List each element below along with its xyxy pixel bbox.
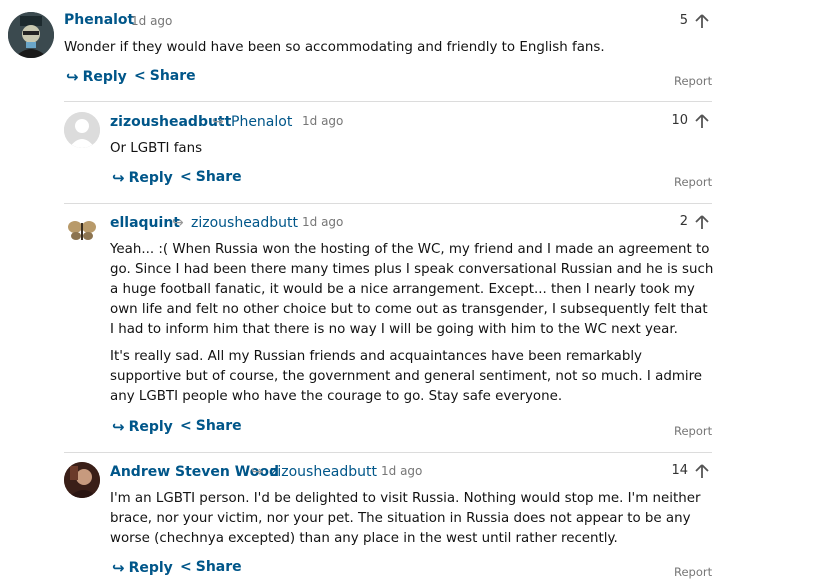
reply-button[interactable]: ↪ Reply [112, 559, 173, 577]
share-icon: < [134, 68, 146, 84]
upvote-icon[interactable] [694, 214, 710, 230]
reply-to-username[interactable]: zizousheadbutt [270, 464, 377, 480]
username[interactable]: ellaquint [110, 215, 180, 231]
reply-to-arrow-icon: ↪ [212, 114, 224, 130]
divider [64, 203, 712, 204]
comment-body: Wonder if they would have been so accomm… [64, 38, 704, 65]
report-link[interactable]: Report [674, 424, 712, 438]
upvote-icon[interactable] [694, 463, 710, 479]
report-link[interactable]: Report [674, 74, 712, 88]
comment-text: I'm an LGBTI person. I'd be delighted to… [110, 491, 701, 546]
upvote-icon[interactable] [694, 13, 710, 29]
divider [64, 101, 712, 102]
reply-label: Reply [128, 560, 173, 576]
reply-arrow-icon: ↪ [112, 169, 125, 187]
reply-to-username[interactable]: Phenalot [231, 114, 292, 130]
reply-to-arrow-icon: ↪ [172, 215, 184, 231]
share-button[interactable]: < Share [134, 68, 196, 84]
timestamp[interactable]: 1d ago [302, 215, 343, 229]
vote-count: 14 [671, 463, 688, 478]
avatar[interactable] [8, 12, 54, 58]
share-icon: < [180, 169, 192, 185]
comment-body: Or LGBTI fans [110, 139, 710, 166]
reply-label: Reply [82, 69, 127, 85]
username[interactable]: Phenalot [64, 12, 134, 28]
reply-label: Reply [128, 170, 173, 186]
avatar-image [64, 462, 100, 498]
share-button[interactable]: < Share [180, 418, 242, 434]
share-label: Share [195, 559, 242, 575]
comment-text: Or LGBTI fans [110, 141, 203, 156]
reply-to-arrow-icon: ↪ [251, 464, 263, 480]
timestamp[interactable]: 1d ago [381, 464, 422, 478]
reply-arrow-icon: ↪ [66, 68, 79, 86]
share-label: Share [195, 169, 242, 185]
report-link[interactable]: Report [674, 565, 712, 579]
comment-body: Yeah... :( When Russia won the hosting o… [110, 240, 714, 414]
avatar-image [8, 12, 54, 58]
reply-button[interactable]: ↪ Reply [66, 68, 127, 86]
share-label: Share [195, 418, 242, 434]
upvote-icon[interactable] [694, 113, 710, 129]
comment-body: I'm an LGBTI person. I'd be delighted to… [110, 489, 714, 556]
vote-count: 10 [671, 113, 688, 128]
share-label: Share [149, 68, 196, 84]
report-link[interactable]: Report [674, 175, 712, 189]
share-button[interactable]: < Share [180, 559, 242, 575]
reply-label: Reply [128, 419, 173, 435]
reply-button[interactable]: ↪ Reply [112, 169, 173, 187]
share-icon: < [180, 559, 192, 575]
vote-count: 5 [679, 13, 688, 28]
reply-arrow-icon: ↪ [112, 559, 125, 577]
reply-button[interactable]: ↪ Reply [112, 418, 173, 436]
comment-text: Wonder if they would have been so accomm… [64, 40, 605, 55]
timestamp[interactable]: 1d ago [302, 114, 343, 128]
share-icon: < [180, 418, 192, 434]
reply-to-username[interactable]: zizousheadbutt [191, 215, 298, 231]
reply-arrow-icon: ↪ [112, 418, 125, 436]
comment-paragraph: It's really sad. All my Russian friends … [110, 349, 703, 404]
comment-paragraph: Yeah... :( When Russia won the hosting o… [110, 242, 714, 337]
share-button[interactable]: < Share [180, 169, 242, 185]
avatar[interactable] [64, 112, 100, 148]
divider [64, 452, 712, 453]
timestamp[interactable]: 1d ago [131, 14, 172, 28]
vote-count: 2 [679, 214, 688, 229]
default-avatar-icon [64, 112, 100, 148]
butterfly-avatar-icon [68, 221, 96, 240]
avatar[interactable] [64, 462, 100, 498]
avatar[interactable] [64, 213, 100, 249]
